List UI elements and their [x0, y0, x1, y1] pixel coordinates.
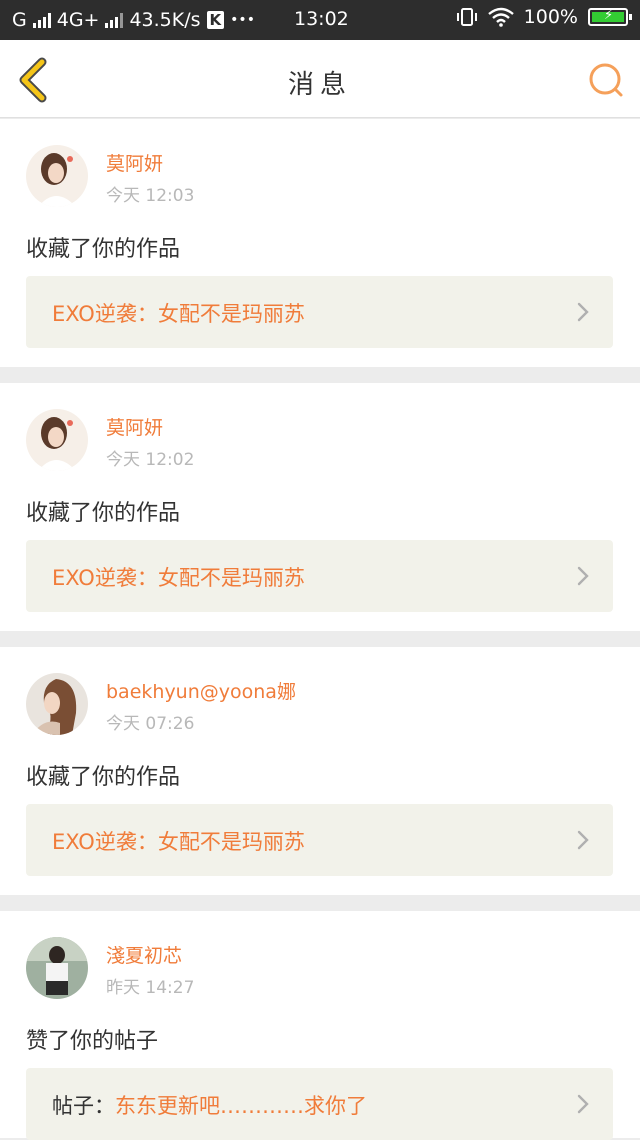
avatar[interactable]	[26, 145, 88, 207]
ref-title: EXO逆袭：女配不是玛丽苏	[52, 830, 305, 854]
username[interactable]: 莫阿妍	[106, 149, 163, 176]
network-type-2: 4G+	[56, 9, 100, 31]
action-text: 收藏了你的作品	[26, 501, 181, 526]
network-type: G	[12, 9, 27, 31]
username[interactable]: baekhyun@yoona娜	[106, 677, 296, 704]
signal-icon-2	[105, 12, 124, 28]
signal-icon	[32, 12, 51, 28]
avatar[interactable]	[26, 673, 88, 735]
notification-card: baekhyun@yoona娜 今天 07:26 收藏了你的作品 EXO逆袭：女…	[0, 647, 640, 895]
timestamp: 昨天 14:27	[106, 978, 195, 998]
clock: 13:02	[294, 8, 349, 30]
timestamp: 今天 12:02	[106, 450, 195, 470]
action-text: 收藏了你的作品	[26, 237, 181, 262]
page-title: 消息	[287, 70, 352, 100]
action-text: 收藏了你的作品	[26, 765, 181, 790]
notification-card: 莫阿妍 今天 12:03 收藏了你的作品 EXO逆袭：女配不是玛丽苏	[0, 119, 640, 367]
notification-card: 莫阿妍 今天 12:02 收藏了你的作品 EXO逆袭：女配不是玛丽苏	[0, 383, 640, 631]
battery-icon: ⚡	[588, 8, 632, 26]
search-icon[interactable]	[586, 60, 626, 100]
action-text: 赞了你的帖子	[26, 1029, 159, 1054]
network-speed: 43.5K/s	[129, 9, 201, 31]
ref-title: 东东更新吧…………求你了	[115, 1094, 367, 1118]
app-badge-icon: K	[206, 11, 225, 29]
vibrate-icon	[456, 8, 477, 26]
status-bar: G 4G+ 43.5K/s K ••• 13:02 100% ⚡	[0, 0, 640, 40]
referenced-work-link[interactable]: EXO逆袭：女配不是玛丽苏	[26, 804, 613, 876]
more-notifications-icon: •••	[230, 12, 255, 28]
wifi-icon	[487, 7, 514, 27]
chevron-right-icon	[577, 566, 589, 586]
referenced-work-link[interactable]: EXO逆袭：女配不是玛丽苏	[26, 276, 613, 348]
username[interactable]: 淺夏初芯	[106, 941, 182, 968]
chevron-right-icon	[577, 830, 589, 850]
chevron-right-icon	[577, 302, 589, 322]
ref-title: EXO逆袭：女配不是玛丽苏	[52, 302, 305, 326]
username[interactable]: 莫阿妍	[106, 413, 163, 440]
referenced-work-link[interactable]: EXO逆袭：女配不是玛丽苏	[26, 540, 613, 612]
battery-percent: 100%	[523, 6, 578, 28]
timestamp: 今天 07:26	[106, 714, 195, 734]
chevron-right-icon	[577, 1094, 589, 1114]
notification-card: 淺夏初芯 昨天 14:27 赞了你的帖子 帖子：东东更新吧…………求你了	[0, 911, 640, 1140]
avatar[interactable]	[26, 409, 88, 471]
referenced-post-link[interactable]: 帖子：东东更新吧…………求你了	[26, 1068, 613, 1140]
timestamp: 今天 12:03	[106, 186, 195, 206]
app-header: 消息	[0, 40, 640, 118]
avatar[interactable]	[26, 937, 88, 999]
ref-title: EXO逆袭：女配不是玛丽苏	[52, 566, 305, 590]
ref-prefix: 帖子：	[52, 1094, 115, 1118]
